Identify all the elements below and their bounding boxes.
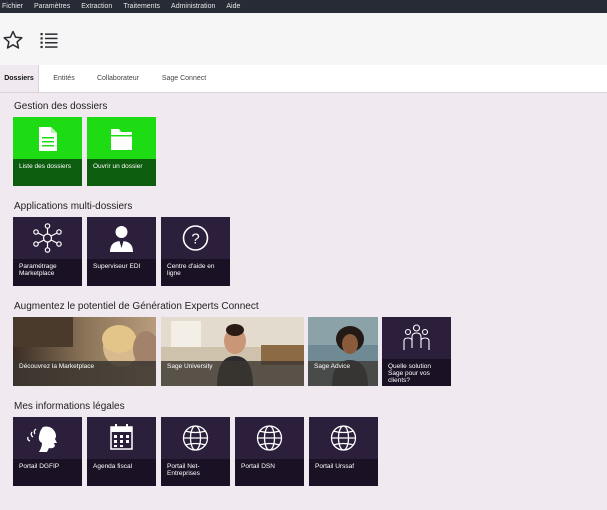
tile-label: Portail DGFIP xyxy=(19,463,60,470)
tile-quelle-solution[interactable]: Quelle solution Sage pour vos clients? xyxy=(382,317,451,386)
tile-portail-dsn[interactable]: Portail DSN xyxy=(235,417,304,486)
tile-label: Liste des dossiers xyxy=(19,163,72,170)
section-title-legal: Mes informations légales xyxy=(14,401,125,412)
calendar-icon xyxy=(110,424,133,450)
tile-liste-dossiers[interactable]: Liste des dossiers xyxy=(13,117,82,186)
tab-bar: Dossiers Entités Collaborateur Sage Conn… xyxy=(0,65,607,93)
tile-label: Portail Net-Entreprises xyxy=(167,463,200,477)
tile-decouvrez-marketplace[interactable]: Découvrez la Marketplace xyxy=(13,317,156,386)
tile-label: Quelle solution Sage pour vos clients? xyxy=(388,363,431,384)
menu-administration[interactable]: Administration xyxy=(171,3,215,10)
menu-aide[interactable]: Aide xyxy=(226,3,240,10)
university-photo xyxy=(161,317,304,386)
tile-sage-advice[interactable]: Sage Advice xyxy=(308,317,378,386)
tile-agenda-fiscal[interactable]: Agenda fiscal xyxy=(87,417,156,486)
network-icon xyxy=(33,223,62,253)
tile-label: Agenda fiscal xyxy=(93,463,133,470)
menu-parametres[interactable]: Paramètres xyxy=(34,3,70,10)
list-icon[interactable] xyxy=(39,30,59,50)
globe-icon xyxy=(182,425,209,451)
tile-label: Ouvrir un dossier xyxy=(93,163,143,170)
advice-photo xyxy=(308,317,378,386)
menu-fichier[interactable]: Fichier xyxy=(2,3,23,10)
section-title-augment: Augmentez le potentiel de Génération Exp… xyxy=(14,301,259,312)
supervisor-icon xyxy=(110,226,133,252)
tile-label: Sage Advice xyxy=(314,363,351,370)
tile-label: Découvrez la Marketplace xyxy=(19,363,95,370)
document-icon xyxy=(39,127,57,151)
tab-entites[interactable]: Entités xyxy=(45,65,83,92)
tile-label: Sage University xyxy=(167,363,213,370)
tile-parametrage-marketplace[interactable]: Paramétrage Marketplace xyxy=(13,217,82,286)
globe-icon xyxy=(330,425,357,451)
globe-icon xyxy=(256,425,283,451)
section-title-multi: Applications multi-dossiers xyxy=(14,201,133,212)
tile-centre-aide[interactable]: ? Centre d'aide en ligne xyxy=(161,217,230,286)
tile-sage-university[interactable]: Sage University xyxy=(161,317,304,386)
tile-label: Portail Urssaf xyxy=(315,463,355,470)
folder-icon xyxy=(111,129,132,150)
tile-superviseur-edi[interactable]: Superviseur EDI xyxy=(87,217,156,286)
tab-dossiers[interactable]: Dossiers xyxy=(0,65,39,92)
tab-collaborateur[interactable]: Collaborateur xyxy=(89,65,147,92)
tile-label: Paramétrage Marketplace xyxy=(19,263,57,277)
tab-sage-connect[interactable]: Sage Connect xyxy=(153,65,215,92)
svg-text:?: ? xyxy=(191,231,199,248)
tile-ouvrir-dossier[interactable]: Ouvrir un dossier xyxy=(87,117,156,186)
tile-label: Superviseur EDI xyxy=(93,263,141,270)
star-icon[interactable] xyxy=(3,30,23,50)
menu-traitements[interactable]: Traitements xyxy=(123,3,160,10)
marketplace-photo xyxy=(13,317,156,386)
help-icon: ? xyxy=(182,225,209,251)
tile-label: Centre d'aide en ligne xyxy=(167,263,215,277)
section-title-dossiers: Gestion des dossiers xyxy=(14,101,108,112)
tile-portail-net-entreprises[interactable]: Portail Net-Entreprises xyxy=(161,417,230,486)
tile-portail-urssaf[interactable]: Portail Urssaf xyxy=(309,417,378,486)
tile-portail-dgfip[interactable]: Portail DGFIP xyxy=(13,417,82,486)
tile-label: Portail DSN xyxy=(241,463,275,470)
toolbar xyxy=(0,13,607,65)
menu-extraction[interactable]: Extraction xyxy=(81,3,112,10)
people-icon xyxy=(403,324,430,350)
marianne-icon xyxy=(27,426,57,452)
menu-bar: Fichier Paramètres Extraction Traitement… xyxy=(0,0,607,13)
